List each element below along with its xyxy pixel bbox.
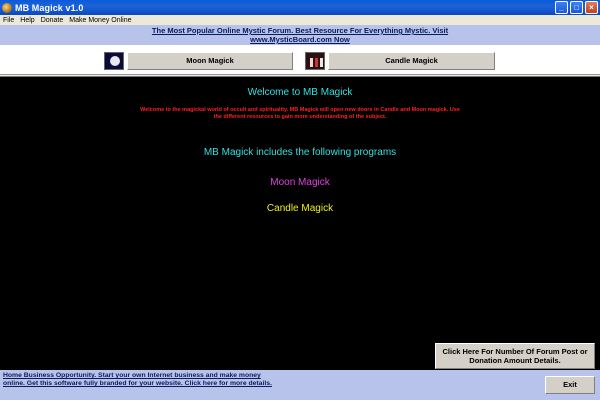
menu-bar: File Help Donate Make Money Online [0, 15, 600, 25]
app-logo-icon [2, 2, 12, 13]
maximize-icon[interactable]: □ [570, 1, 583, 14]
menu-donate[interactable]: Donate [41, 17, 64, 24]
banner-line1[interactable]: The Most Popular Online Mystic Forum. Be… [152, 26, 448, 35]
close-icon[interactable]: × [585, 1, 598, 14]
menu-file[interactable]: File [3, 17, 14, 24]
exit-button[interactable]: Exit [545, 376, 595, 394]
candle-magick-button[interactable]: Candle Magick [328, 52, 495, 70]
window-controls: _ □ × [555, 1, 598, 14]
candles-icon [305, 52, 325, 70]
banner-line2[interactable]: www.MysticBoard.com Now [250, 35, 350, 44]
moon-icon [104, 52, 124, 70]
welcome-heading: Welcome to MB Magick [247, 87, 353, 98]
candle-magick-link[interactable]: Candle Magick [0, 203, 600, 214]
forum-details-button[interactable]: Click Here For Number Of Forum Post or D… [435, 343, 595, 369]
business-opportunity-link[interactable]: Home Business Opportunity. Start your ow… [3, 372, 283, 388]
moon-magick-link[interactable]: Moon Magick [0, 177, 600, 188]
programs-heading: MB Magick includes the following program… [203, 147, 397, 158]
minimize-icon[interactable]: _ [555, 1, 568, 14]
forum-banner[interactable]: The Most Popular Online Mystic Forum. Be… [0, 25, 600, 45]
welcome-description: Welcome to the magickal world of occult … [140, 107, 460, 120]
title-bar: MB Magick v1.0 _ □ × [0, 0, 600, 15]
menu-help[interactable]: Help [20, 17, 34, 24]
window-title: MB Magick v1.0 [15, 2, 84, 13]
programs-bar: Moon Magick Candle Magick [0, 45, 600, 75]
menu-make-money-online[interactable]: Make Money Online [69, 17, 131, 24]
footer-bar: Home Business Opportunity. Start your ow… [0, 370, 600, 400]
moon-magick-button[interactable]: Moon Magick [127, 52, 293, 70]
main-content: Welcome to MB Magick Welcome to the magi… [0, 76, 600, 370]
